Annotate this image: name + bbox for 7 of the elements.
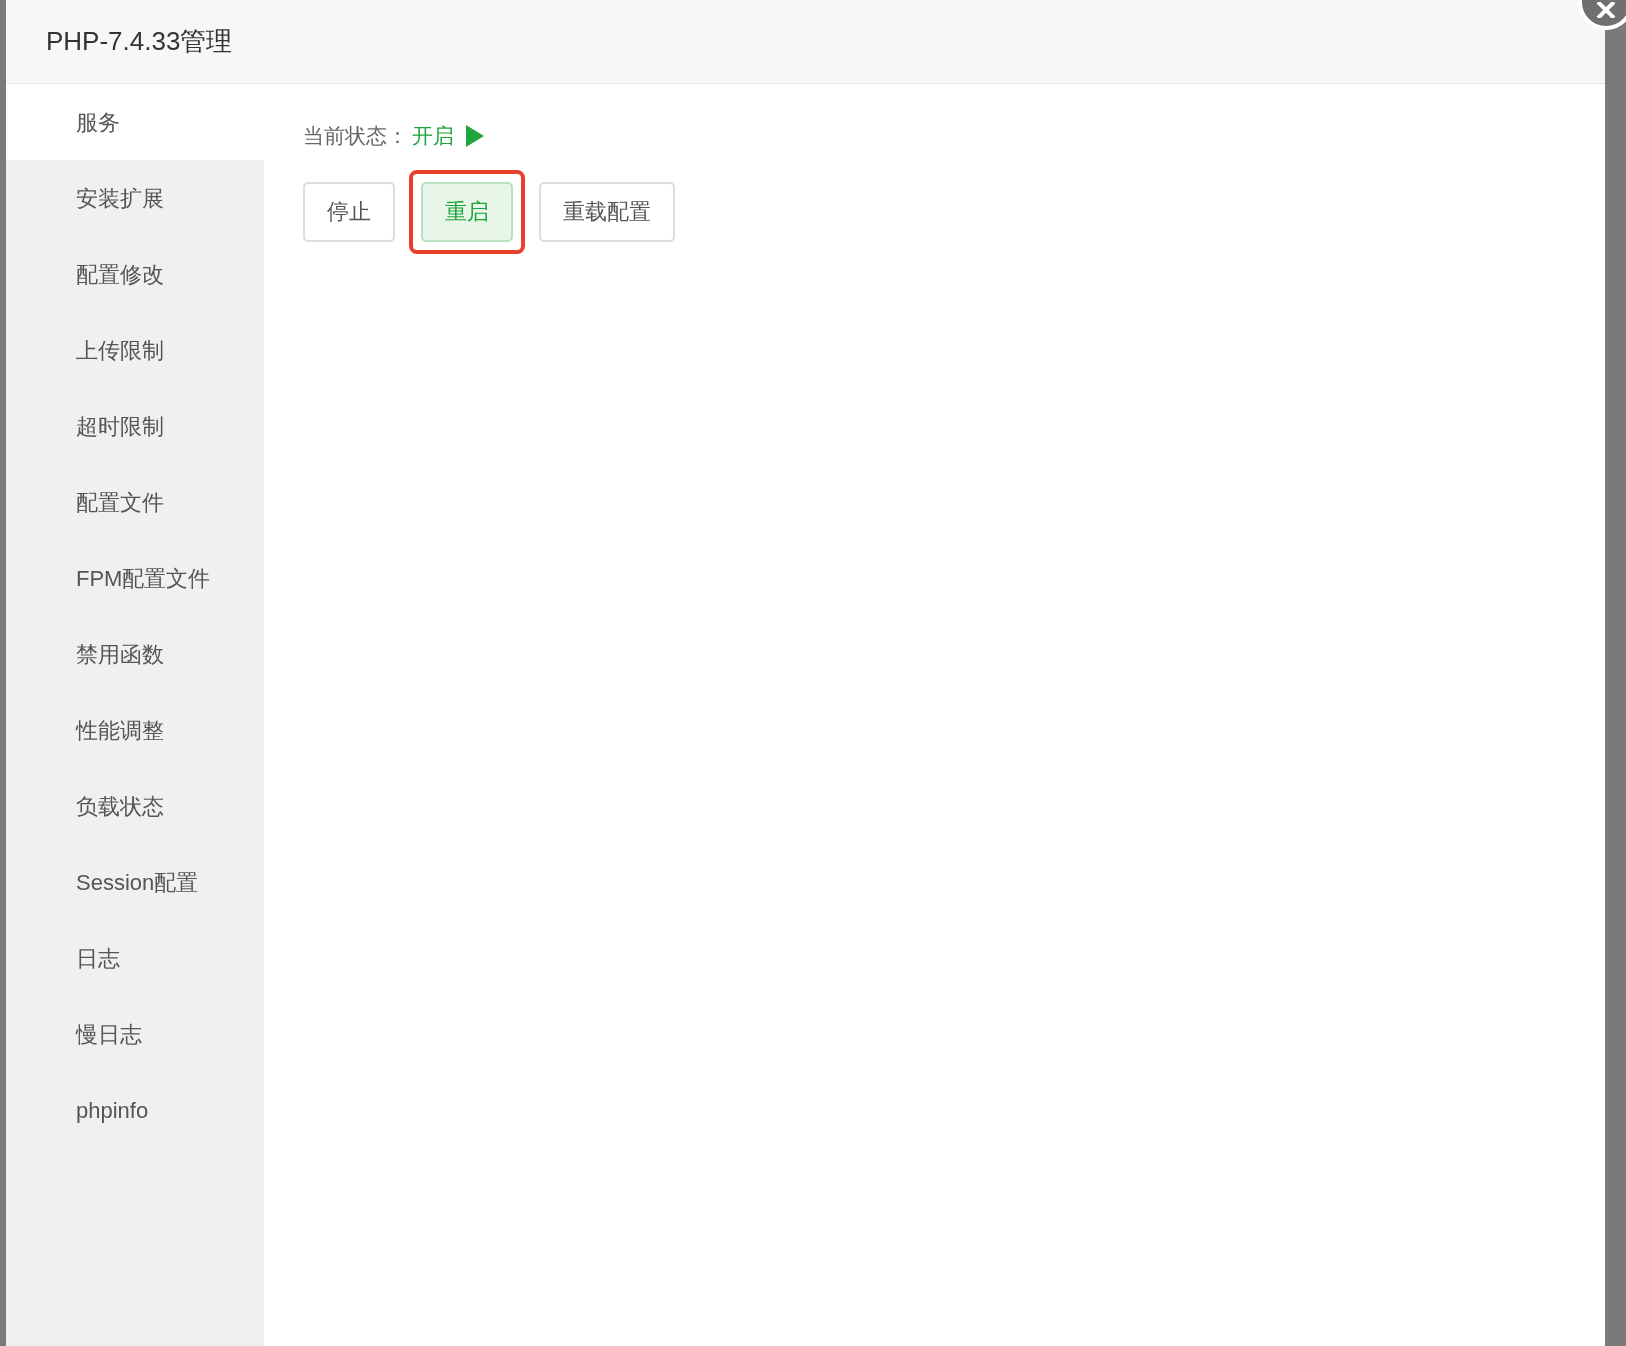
dialog-title: PHP-7.4.33管理 — [46, 25, 233, 58]
status-value: 开启 — [412, 123, 454, 149]
close-icon — [1595, 2, 1617, 18]
sidebar-item[interactable]: 服务 — [6, 84, 264, 160]
action-button[interactable]: 重载配置 — [539, 181, 675, 242]
status-label: 当前状态： — [303, 123, 408, 149]
action-button[interactable]: 停止 — [303, 181, 395, 242]
